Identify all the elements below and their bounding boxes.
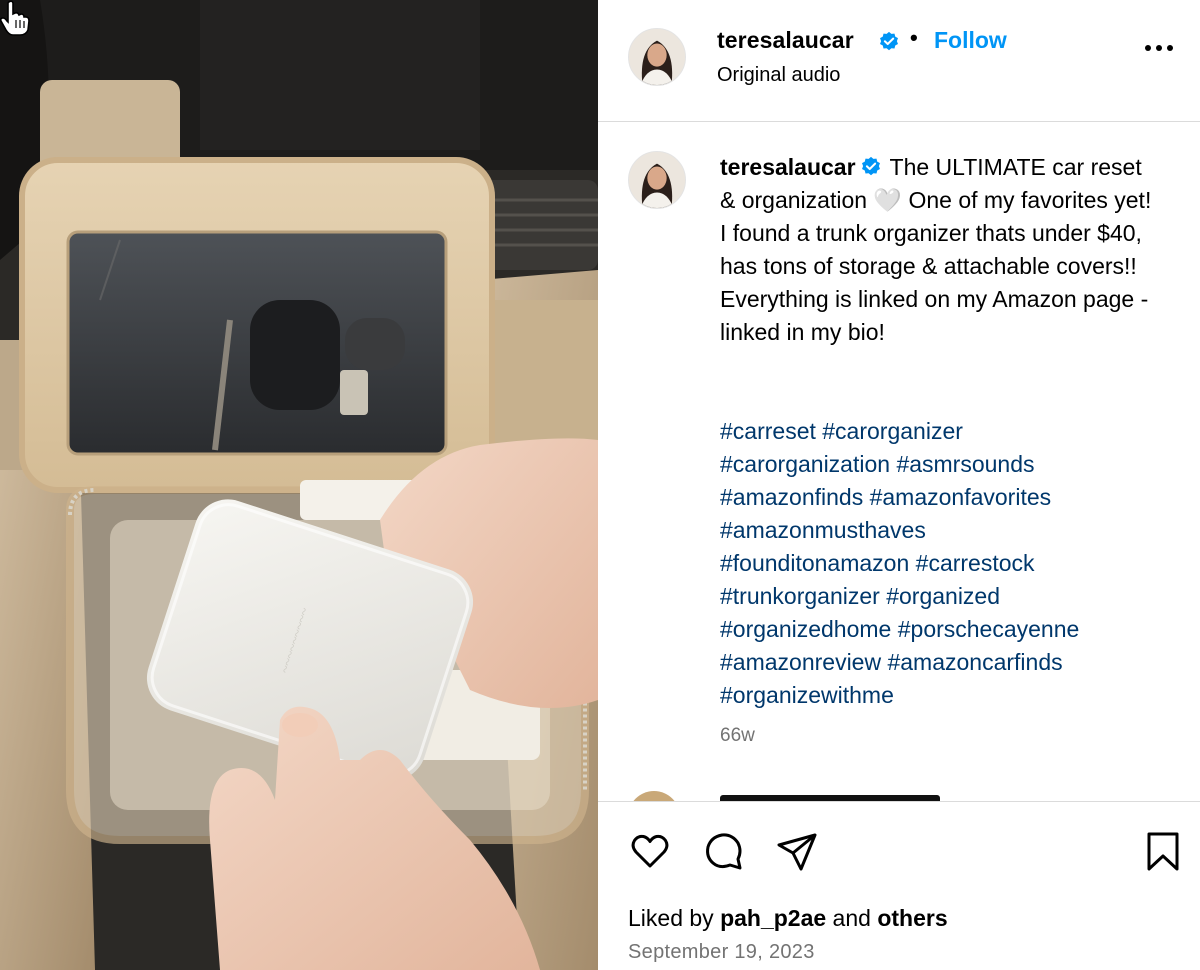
post-details-panel: teresalaucar • Follow Original audio ter… <box>598 0 1200 970</box>
hashtag-line[interactable]: #amazonreview #amazoncarfinds <box>720 646 1180 679</box>
author-username[interactable]: teresalaucar <box>717 27 854 54</box>
verified-badge-icon <box>880 31 898 51</box>
post-date[interactable]: September 19, 2023 <box>628 941 815 964</box>
liked-by-user[interactable]: pah_p2ae <box>720 905 826 931</box>
separator-dot: • <box>910 25 918 50</box>
hand-pointer-icon <box>0 0 30 36</box>
liked-by-summary: Liked by pah_p2ae and others <box>628 905 948 932</box>
hashtag-list: #carreset #carorganizer #carorganization… <box>720 415 1180 712</box>
follow-button[interactable]: Follow <box>934 27 1007 54</box>
post-actions-footer: Liked by pah_p2ae and others September 1… <box>598 801 1200 970</box>
caption-text: The ULTIMATE car reset & organization 🤍 … <box>720 154 1152 345</box>
paper-plane-icon[interactable] <box>775 829 819 873</box>
author-avatar[interactable] <box>628 28 686 86</box>
hashtag-line[interactable]: #founditonamazon #carrestock <box>720 547 1180 580</box>
hashtag-line[interactable]: #organizedhome #porschecayenne <box>720 613 1180 646</box>
post-media[interactable]: ~~~~~~~~~ <box>0 0 598 970</box>
hashtag-line[interactable]: #carreset #carorganizer <box>720 415 1180 448</box>
liked-by-others[interactable]: others <box>877 905 947 931</box>
media-frame-illustration: ~~~~~~~~~ <box>0 0 598 970</box>
post-header: teresalaucar • Follow Original audio <box>598 0 1200 122</box>
hashtag-line[interactable]: #trunkorganizer #organized <box>720 580 1180 613</box>
comment-avatar[interactable] <box>628 791 680 801</box>
more-options-icon[interactable] <box>1141 30 1177 66</box>
hashtag-line[interactable]: #amazonfinds #amazonfavorites <box>720 481 1180 514</box>
profile-photo <box>629 152 685 208</box>
liked-by-middle: and <box>826 905 878 931</box>
hashtag-line[interactable]: #organizewithme <box>720 679 1180 712</box>
hashtag-line[interactable]: #carorganization #asmrsounds <box>720 448 1180 481</box>
hashtag-line[interactable]: #amazonmusthaves <box>720 514 1180 547</box>
bookmark-icon[interactable] <box>1141 829 1185 873</box>
liked-by-prefix: Liked by <box>628 905 721 931</box>
caption-author-avatar[interactable] <box>628 151 686 209</box>
profile-photo <box>629 29 685 85</box>
comments-section[interactable]: teresalaucar The ULTIMATE car reset & or… <box>598 123 1200 801</box>
verified-badge-icon <box>861 156 880 176</box>
audio-label[interactable]: Original audio <box>717 64 840 87</box>
caption-time-ago[interactable]: 66w <box>720 725 755 747</box>
caption-username[interactable]: teresalaucar <box>720 154 856 180</box>
caption: teresalaucar The ULTIMATE car reset & or… <box>720 151 1160 349</box>
comment-icon[interactable] <box>702 829 746 873</box>
heart-icon[interactable] <box>628 829 672 873</box>
